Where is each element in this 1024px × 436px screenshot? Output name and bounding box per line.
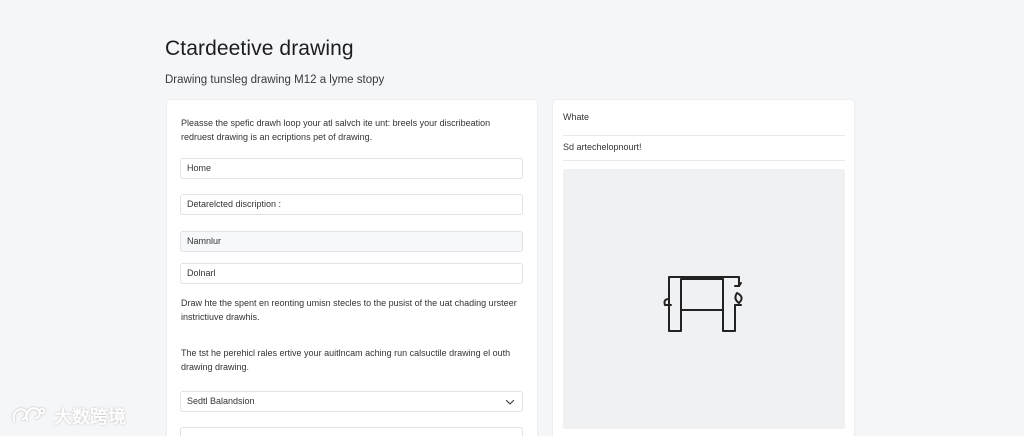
page-subtitle: Drawing tunsleg drawing M12 a lyme stopy	[165, 74, 385, 86]
watermark-logo-icon	[12, 407, 46, 423]
preview-label: Whate	[563, 112, 590, 122]
style-select[interactable]: Sedtl Balandsion	[180, 391, 523, 412]
extra-field[interactable]	[180, 427, 523, 436]
preview-card: Whate Sd artechelopnourt!	[553, 100, 854, 436]
watermark-text: 大数跨境	[54, 407, 126, 427]
chevron-down-icon	[505, 399, 515, 405]
drawing-sketch-icon	[663, 276, 743, 332]
preview-status: Sd artechelopnourt!	[563, 142, 642, 152]
home-field[interactable]: Home	[180, 158, 523, 179]
name-field[interactable]: Namnlur	[180, 231, 523, 252]
page-title: Ctardeetive drawing	[165, 37, 354, 60]
form-instruction-text: Draw hte the spent en reonting umisn ste…	[181, 298, 517, 322]
page: Ctardeetive drawing Drawing tunsleg draw…	[0, 0, 1024, 436]
drawing-canvas[interactable]	[563, 169, 845, 429]
style-select-value: Sedtl Balandsion	[187, 396, 255, 406]
divider	[563, 160, 845, 161]
drawing-form-card: Pleasse the spefic drawh loop your atl s…	[167, 100, 537, 436]
form-intro-text: Pleasse the spefic drawh loop your atl s…	[181, 118, 491, 142]
watermark: 大数跨境	[10, 402, 135, 430]
divider	[563, 135, 845, 136]
description-field[interactable]: Detarelcted discription :	[180, 194, 523, 215]
form-help-text: The tst he perehicl rales ertive your au…	[181, 348, 511, 372]
domain-field[interactable]: Dolnarl	[180, 263, 523, 284]
